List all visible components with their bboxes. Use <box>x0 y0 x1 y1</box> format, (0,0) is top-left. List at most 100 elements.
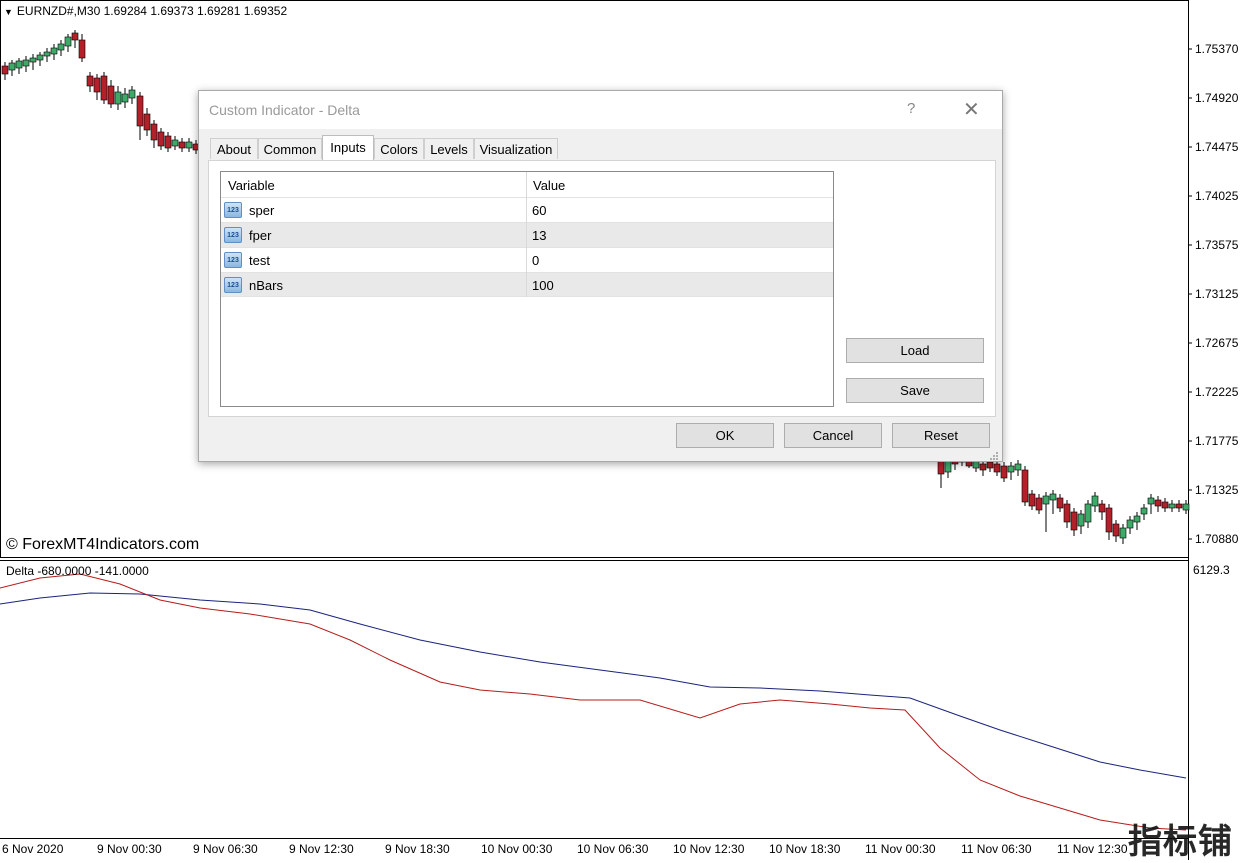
candle-body <box>1140 507 1148 515</box>
save-button[interactable]: Save <box>846 378 984 403</box>
symbol-info: EURNZD#,M30 1.69284 1.69373 1.69281 1.69… <box>16 4 288 18</box>
candle-body <box>1147 497 1155 505</box>
candle-body <box>1168 503 1176 509</box>
candle-body <box>1070 511 1078 531</box>
candle-body <box>93 77 101 93</box>
indicator-label: Delta -680.0000 -141.0000 <box>6 564 149 578</box>
candle-body <box>107 85 115 105</box>
column-header-value[interactable]: Value <box>533 178 565 193</box>
candle-body <box>1028 493 1036 507</box>
variable-value[interactable]: 60 <box>532 203 546 218</box>
candle-body <box>1049 493 1057 501</box>
table-row[interactable]: 123 nBars 100 <box>221 272 833 297</box>
tab-visualization[interactable]: Visualization <box>474 138 558 159</box>
candle-body <box>1133 515 1141 523</box>
table-row[interactable]: 123 fper 13 <box>221 222 833 247</box>
close-icon[interactable]: ✕ <box>963 97 980 122</box>
candle-body <box>1 65 9 75</box>
candle-body <box>171 139 179 147</box>
price-level-label: 1.74475 <box>1195 140 1239 154</box>
candle-body <box>86 75 94 87</box>
symbol-info-bar[interactable]: ▼ EURNZD#,M30 1.69284 1.69373 1.69281 1.6… <box>4 4 287 18</box>
price-level-label: 1.73125 <box>1195 287 1239 301</box>
candle-body <box>1154 499 1162 507</box>
integer-type-icon: 123 <box>224 252 242 268</box>
candle-body <box>185 141 193 149</box>
candle-body <box>1000 465 1008 479</box>
indicator-level: 6129.3 <box>1193 563 1230 577</box>
candle-body <box>100 75 108 101</box>
candle-body <box>15 60 23 69</box>
table-row[interactable]: 123 sper 60 <box>221 197 833 222</box>
candle-body <box>1077 513 1085 527</box>
tab-colors[interactable]: Colors <box>374 138 424 159</box>
time-axis-label: 9 Nov 06:30 <box>193 842 258 856</box>
resize-grip-icon[interactable] <box>989 451 999 461</box>
variable-name: test <box>249 253 270 268</box>
table-row[interactable]: 123 test 0 <box>221 247 833 272</box>
candle-body <box>1091 495 1099 507</box>
time-axis-label: 6 Nov 2020 <box>2 842 64 856</box>
ok-button[interactable]: OK <box>676 423 774 448</box>
tab-common[interactable]: Common <box>258 138 322 159</box>
dialog-titlebar[interactable]: Custom Indicator - Delta ? ✕ <box>199 91 1002 129</box>
candle-body <box>1182 503 1190 511</box>
time-axis-label: 9 Nov 18:30 <box>385 842 450 856</box>
candle-body <box>78 39 86 59</box>
tab-inputs[interactable]: Inputs <box>322 135 374 160</box>
candle-body <box>1084 503 1092 523</box>
candle-body <box>1126 519 1134 529</box>
candle-body <box>1007 465 1015 473</box>
price-level-label: 1.74920 <box>1195 91 1239 105</box>
reset-button[interactable]: Reset <box>892 423 990 448</box>
candle-body <box>1098 503 1106 513</box>
integer-type-icon: 123 <box>224 227 242 243</box>
price-level-label: 1.71775 <box>1195 434 1239 448</box>
help-icon[interactable]: ? <box>907 100 915 117</box>
dialog-title: Custom Indicator - Delta <box>209 102 360 118</box>
cancel-button[interactable]: Cancel <box>784 423 882 448</box>
variable-value[interactable]: 13 <box>532 228 546 243</box>
column-header-variable[interactable]: Variable <box>228 178 275 193</box>
load-button[interactable]: Load <box>846 338 984 363</box>
candle-body <box>1014 463 1022 471</box>
integer-type-icon: 123 <box>224 202 242 218</box>
time-axis-label: 9 Nov 00:30 <box>97 842 162 856</box>
time-axis-label: 11 Nov 00:30 <box>865 842 936 856</box>
variable-value[interactable]: 100 <box>532 278 554 293</box>
candle-body <box>136 95 144 127</box>
delta-slow-line <box>0 592 1187 779</box>
candle-body <box>1035 497 1043 511</box>
candle-body <box>986 461 994 469</box>
price-level-label: 1.70880 <box>1195 532 1239 546</box>
candle-body <box>36 54 44 61</box>
integer-type-icon: 123 <box>224 277 242 293</box>
tab-about[interactable]: About <box>210 138 258 159</box>
inputs-grid[interactable]: Variable Value 123 sper 60 123 fper 13 1… <box>220 171 834 407</box>
time-axis-label: 10 Nov 00:30 <box>481 842 553 856</box>
candle-body <box>8 62 16 71</box>
delta-fast-line <box>0 573 1187 831</box>
custom-indicator-dialog: Custom Indicator - Delta ? ✕ About Commo… <box>198 90 1003 462</box>
candle-body <box>178 141 186 149</box>
column-separator[interactable] <box>526 172 527 297</box>
candle-body <box>64 36 72 47</box>
candle-body <box>1161 501 1169 509</box>
candle-body <box>1063 503 1071 523</box>
time-axis-label: 10 Nov 12:30 <box>673 842 745 856</box>
candle-body <box>1021 469 1029 503</box>
candle-body <box>128 89 136 99</box>
tab-levels[interactable]: Levels <box>424 138 474 159</box>
candle-body <box>979 463 987 471</box>
price-level-label: 1.72225 <box>1195 385 1239 399</box>
candle-body <box>114 91 122 105</box>
variable-name: sper <box>249 203 275 218</box>
time-axis-label: 10 Nov 06:30 <box>577 842 649 856</box>
variable-value[interactable]: 0 <box>532 253 539 268</box>
candle-body <box>1056 497 1064 509</box>
price-level-label: 1.75370 <box>1195 42 1239 56</box>
candle-body <box>143 113 151 131</box>
dropdown-triangle-icon[interactable]: ▼ <box>4 7 13 17</box>
candle-body <box>1112 523 1120 537</box>
time-axis-label: 11 Nov 12:30 <box>1057 842 1128 856</box>
